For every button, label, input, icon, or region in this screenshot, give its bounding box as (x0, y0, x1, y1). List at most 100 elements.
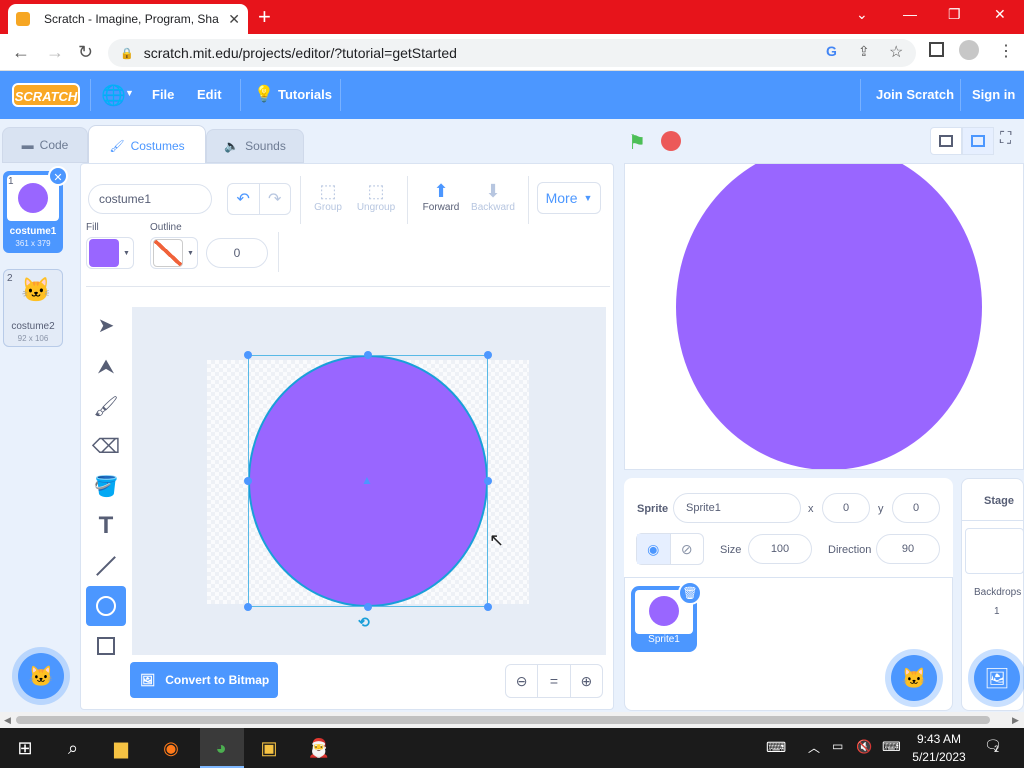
stop-icon[interactable] (661, 131, 681, 151)
zoom-in-icon[interactable]: ⊕ (571, 665, 602, 697)
side-panel-icon[interactable] (929, 42, 944, 57)
clock-date[interactable]: 5/21/2023 (906, 750, 972, 764)
x-input[interactable]: 0 (822, 493, 870, 523)
eraser-tool-icon[interactable]: ⌫ (86, 426, 126, 466)
tutorials-bulb-icon[interactable]: 💡 (254, 84, 274, 104)
sprite-name-input[interactable]: Sprite1 (673, 493, 801, 523)
fill-color-picker[interactable]: ▼ (86, 237, 134, 269)
clock-time[interactable]: 9:43 AM (914, 732, 964, 746)
delete-costume-icon[interactable]: ✕ (48, 166, 68, 186)
costume-item-2[interactable]: 2 🐱 costume2 92 x 106 (3, 269, 63, 347)
brush-tool-icon[interactable]: 🖌 (86, 386, 126, 426)
windows-start-icon[interactable]: ⊞ (12, 736, 38, 760)
language-globe-icon[interactable]: 🌐 (101, 83, 126, 108)
line-tool-icon[interactable] (86, 546, 126, 586)
scrollbar-thumb[interactable] (16, 716, 990, 724)
choose-costume-button[interactable]: 🐱 (18, 653, 64, 699)
more-menu-button[interactable]: More ▼ (537, 182, 601, 214)
google-translate-icon[interactable]: G (826, 43, 837, 59)
share-icon[interactable]: ⇪ (858, 43, 870, 60)
tab-sounds[interactable]: 🔈 Sounds (206, 129, 304, 163)
outline-width-input[interactable]: 0 (206, 238, 268, 268)
resize-handle[interactable] (484, 351, 492, 359)
resize-handle[interactable] (484, 477, 492, 485)
forward-icon[interactable]: → (46, 42, 64, 63)
horizontal-scrollbar[interactable]: ◀ ▶ (0, 712, 1024, 728)
bookmark-star-icon[interactable]: ☆ (889, 42, 903, 62)
scroll-left-icon[interactable]: ◀ (4, 715, 11, 726)
zoom-reset-button[interactable]: = (537, 665, 571, 697)
file-menu[interactable]: File (152, 87, 174, 102)
group-button[interactable]: ⬚ Group (311, 181, 345, 213)
size-input[interactable]: 100 (748, 534, 812, 564)
scroll-right-icon[interactable]: ▶ (1012, 715, 1019, 726)
hide-eye-icon[interactable]: ⊘ (671, 534, 704, 564)
edit-menu[interactable]: Edit (197, 87, 222, 102)
direction-input[interactable]: 90 (876, 534, 940, 564)
green-flag-icon[interactable]: ⚑ (628, 130, 646, 155)
outline-color-picker[interactable]: ▼ (150, 237, 198, 269)
zoom-out-icon[interactable]: ⊖ (506, 665, 537, 697)
rotate-handle-icon[interactable]: ⟲ (358, 614, 370, 631)
resize-handle[interactable] (244, 603, 252, 611)
choose-backdrop-button[interactable]: 🖼 (974, 655, 1020, 701)
text-tool-icon[interactable]: T (86, 506, 126, 546)
pdf-app-icon[interactable]: ▣ (256, 736, 282, 760)
rectangle-tool-icon[interactable] (86, 626, 126, 666)
url-field[interactable]: 🔒 scratch.mit.edu/projects/editor/?tutor… (108, 39, 916, 67)
minimize-button[interactable]: — (903, 6, 917, 22)
fullscreen-icon[interactable]: ⛶ (1000, 130, 1011, 148)
file-explorer-icon[interactable]: ▆ (108, 736, 134, 760)
tab-search-icon[interactable]: ⌄ (856, 6, 868, 23)
profile-avatar-icon[interactable] (959, 40, 979, 60)
search-icon[interactable]: ⌕ (60, 736, 86, 760)
firefox-icon[interactable]: ◉ (158, 736, 184, 760)
resize-handle[interactable] (484, 603, 492, 611)
stage[interactable] (624, 163, 1024, 470)
join-scratch-link[interactable]: Join Scratch (876, 87, 954, 102)
circle-tool-icon[interactable] (86, 586, 126, 626)
small-stage-button[interactable] (930, 127, 962, 155)
tray-chevron-icon[interactable]: ︿ (808, 739, 820, 756)
chrome-menu-icon[interactable]: ⋮ (998, 41, 1014, 61)
sign-in-link[interactable]: Sign in (972, 87, 1015, 102)
new-tab-button[interactable]: + (258, 5, 271, 29)
reshape-tool-icon[interactable]: ⮝ (86, 347, 126, 387)
restore-button[interactable]: ❐ (948, 6, 961, 23)
convert-to-bitmap-button[interactable]: 🖼 Convert to Bitmap (130, 662, 278, 698)
fill-tool-icon[interactable]: 🪣 (86, 466, 126, 506)
resize-handle[interactable] (244, 351, 252, 359)
scratch-logo[interactable]: SCRATCH (12, 83, 80, 107)
keyboard-layout-icon[interactable]: ⌨ (766, 739, 786, 756)
large-stage-button[interactable] (962, 127, 994, 155)
tutorials-menu[interactable]: Tutorials (278, 87, 332, 102)
undo-icon[interactable]: ↶ (228, 184, 260, 214)
show-eye-icon[interactable]: ◉ (637, 534, 671, 564)
costume-name-input[interactable]: costume1 (88, 184, 212, 214)
tab-costumes[interactable]: 🖌 Costumes (88, 125, 206, 165)
volume-icon[interactable]: 🔇 (856, 739, 872, 755)
resize-handle[interactable] (244, 477, 252, 485)
input-method-icon[interactable]: ⌨ (882, 739, 901, 755)
tab-code[interactable]: ▬ Code (2, 127, 88, 163)
backward-button[interactable]: ⬇ Backward (468, 181, 518, 213)
tab-close-icon[interactable]: ✕ (228, 11, 240, 28)
choose-sprite-button[interactable]: 🐱 (891, 655, 937, 701)
y-input[interactable]: 0 (892, 493, 940, 523)
close-window-button[interactable]: ✕ (994, 6, 1006, 23)
select-tool-icon[interactable]: ➤ (86, 305, 126, 345)
ungroup-button[interactable]: ⬚ Ungroup (355, 181, 397, 213)
delete-sprite-icon[interactable]: 🗑 (678, 581, 702, 605)
back-icon[interactable]: ← (12, 42, 30, 63)
resize-handle[interactable] (364, 603, 372, 611)
browser-tab[interactable]: Scratch - Imagine, Program, Sha ✕ (8, 4, 248, 34)
notification-icon[interactable]: 🗨 (984, 737, 1002, 754)
chrome-icon[interactable]: ◕ (208, 736, 234, 760)
reload-icon[interactable]: ↻ (78, 42, 93, 63)
network-icon[interactable]: ▭ (832, 739, 843, 753)
language-caret-icon[interactable]: ▼ (125, 88, 134, 98)
stage-sprite-circle[interactable] (676, 164, 982, 469)
redo-icon[interactable]: ↷ (260, 184, 291, 214)
resize-handle[interactable] (364, 351, 372, 359)
forward-button[interactable]: ⬆ Forward (420, 181, 462, 213)
